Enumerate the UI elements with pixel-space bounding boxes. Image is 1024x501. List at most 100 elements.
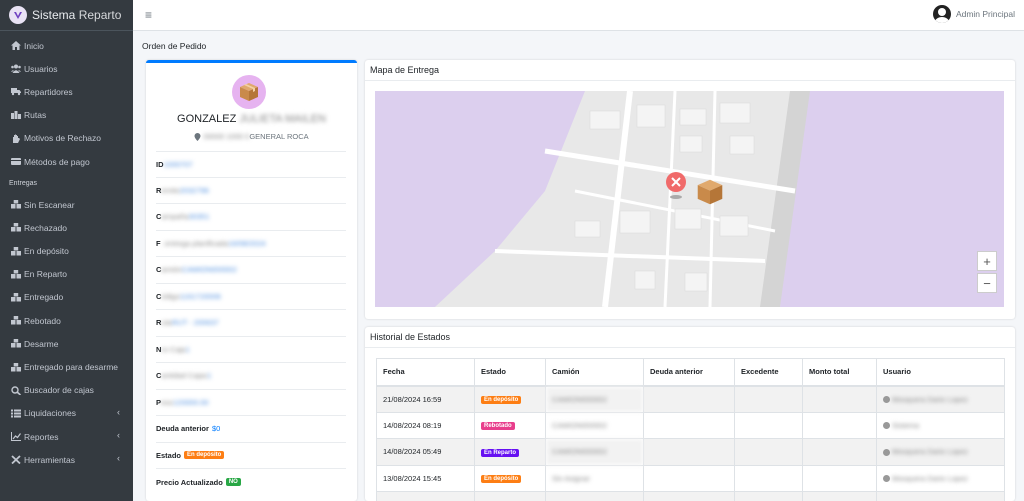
cell-fecha: 13/08/2024 15:45 <box>376 464 475 492</box>
info-row-campana: Campaña 30351 <box>156 204 346 231</box>
sidebar-item-herramientas[interactable]: Herramientas ‹ <box>0 448 133 471</box>
sidebar-item-liquidaciones[interactable]: Liquidaciones ‹ <box>0 402 133 425</box>
order-info-list: ID 1000707 Remito 2032796 Campaña 30351 F. … <box>156 151 346 496</box>
sidebar-item-motivos-rechazo[interactable]: Motivos de Rechazo <box>0 127 133 150</box>
sidebar-item-metodos-pago[interactable]: Métodos de pago <box>0 150 133 173</box>
deuda-value: $0 <box>211 424 221 434</box>
sidebar-item-repartidores[interactable]: Repartidores <box>0 80 133 103</box>
cell-usuario: Mosquera Dario Lopez <box>892 394 968 404</box>
col-excedente[interactable]: Excedente <box>734 358 803 387</box>
sidebar: Sistema Reparto Inicio Usuarios Repartid… <box>0 0 133 501</box>
user-name: Admin Principal <box>955 9 1015 19</box>
sidebar-item-label: Repartidores <box>24 86 73 97</box>
sidebar-item-label: Herramientas <box>24 454 76 465</box>
user-icon <box>883 475 890 483</box>
hand-icon <box>10 134 21 143</box>
sidebar-item-label: Entregado para desarme <box>24 362 119 373</box>
table-row: 21/08/2024 16:59 En depósito CAMION00000… <box>376 385 1005 413</box>
package-icon <box>232 75 266 109</box>
col-fecha[interactable]: Fecha <box>376 358 475 387</box>
sidebar-item-usuarios[interactable]: Usuarios <box>0 57 133 80</box>
cell-deuda <box>643 464 735 492</box>
col-usuario[interactable]: Usuario <box>876 358 1005 387</box>
map-pin-icon[interactable] <box>663 171 689 201</box>
boxes-icon <box>10 246 21 256</box>
table-row <box>376 491 1005 501</box>
sidebar-item-sin-escanear[interactable]: Sin Escanear <box>0 193 133 216</box>
menu-toggle-icon[interactable]: ≡ <box>145 8 152 22</box>
search-icon <box>10 386 21 395</box>
map-zoom-in-button[interactable]: + <box>977 251 997 271</box>
col-deuda-anterior[interactable]: Deuda anterior <box>643 358 735 387</box>
cell-deuda <box>643 438 735 466</box>
boxes-icon <box>10 339 21 348</box>
client-address-blurred: 00000 1000 0 <box>203 132 250 141</box>
topbar: ≡ Admin Principal <box>133 0 1024 31</box>
cell-camion: Sin Asignar <box>545 464 644 492</box>
cell-fecha: 14/08/2024 08:19 <box>376 411 475 439</box>
sidebar-item-label: Desarme <box>24 338 59 349</box>
sidebar-item-label: Rebotado <box>24 315 61 326</box>
sidebar-item-label: En depósito <box>24 246 69 257</box>
cell-monto <box>802 385 877 413</box>
table-row: 13/08/2024 15:45 En depósito Sin Asignar… <box>376 464 1005 492</box>
sidebar-item-label: Métodos de pago <box>24 156 90 167</box>
cell-monto <box>802 438 877 466</box>
user-avatar-icon <box>932 5 951 23</box>
sidebar-item-buscador-cajas[interactable]: Buscador de cajas <box>0 379 133 402</box>
boxes-icon <box>10 316 21 325</box>
home-icon <box>10 41 21 51</box>
cell-excedente <box>734 411 803 439</box>
sidebar-item-desarme[interactable]: Desarme <box>0 332 133 355</box>
delivery-map[interactable]: + − <box>375 91 1004 307</box>
cell-fecha: 21/08/2024 16:59 <box>376 385 475 413</box>
sidebar-item-en-deposito[interactable]: En depósito <box>0 240 133 263</box>
cell-camion: CAMION000002 <box>545 438 644 466</box>
sidebar-item-label: Sin Escanear <box>24 199 75 210</box>
boxes-icon <box>10 292 21 302</box>
sidebar-item-inicio[interactable]: Inicio <box>0 34 133 57</box>
sidebar-item-en-reparto[interactable]: En Reparto <box>0 263 133 286</box>
sidebar-item-rebotado[interactable]: Rebotado <box>0 309 133 332</box>
user-menu[interactable]: Admin Principal <box>932 5 1015 23</box>
sidebar-item-label: Motivos de Rechazo <box>24 133 102 144</box>
map-card-title: Mapa de Entrega <box>365 60 1015 81</box>
col-camion[interactable]: Camión <box>545 358 644 387</box>
boxes-icon <box>10 362 21 372</box>
brand-logo <box>9 6 27 24</box>
history-table: Fecha Estado Camión Deuda anterior Exced… <box>376 358 1005 501</box>
list-icon <box>10 409 21 418</box>
info-row-cantidad-cajas: Cantidad Cajas 1 <box>156 363 346 390</box>
cell-monto <box>802 464 877 492</box>
info-row-camion: Camión CAMION000002 <box>156 257 346 284</box>
info-row-codigo: Código 1161720006 <box>156 284 346 310</box>
sidebar-item-reportes[interactable]: Reportes ‹ <box>0 425 133 448</box>
chevron-left-icon: ‹ <box>117 430 120 440</box>
table-row: 14/08/2024 08:19 Rebotado CAMION000002 S… <box>376 411 1005 439</box>
cell-camion: CAMION000002 <box>545 411 644 439</box>
cell-excedente <box>734 464 803 492</box>
package-marker-icon[interactable] <box>693 177 727 207</box>
sidebar-item-rutas[interactable]: Rutas <box>0 104 133 127</box>
brand-name-light: Reparto <box>78 8 122 22</box>
brand-name: Sistema <box>32 8 76 22</box>
cell-monto <box>802 411 877 439</box>
info-row-precio: Precio Actualizado NO <box>156 469 346 496</box>
sidebar-item-label: Entregado <box>24 292 64 303</box>
user-icon <box>883 396 890 404</box>
col-estado[interactable]: Estado <box>474 358 546 387</box>
brand[interactable]: Sistema Reparto <box>0 0 133 31</box>
tools-icon <box>10 455 21 465</box>
sidebar-item-entregado-desarme[interactable]: Entregado para desarme <box>0 355 133 378</box>
truck-icon <box>10 87 21 96</box>
cell-fecha: 14/08/2024 05:49 <box>376 438 475 466</box>
route-icon <box>10 110 21 120</box>
client-name-surname: GONZALEZ <box>177 113 237 125</box>
table-header-row: Fecha Estado Camión Deuda anterior Exced… <box>376 358 1005 387</box>
map-zoom-out-button[interactable]: − <box>977 273 997 293</box>
sidebar-item-rechazado[interactable]: Rechazado <box>0 216 133 239</box>
col-monto-total[interactable]: Monto total <box>802 358 877 387</box>
chevron-left-icon: ‹ <box>117 453 120 464</box>
status-badge: En depósito <box>481 475 522 484</box>
sidebar-item-entregado[interactable]: Entregado <box>0 286 133 309</box>
